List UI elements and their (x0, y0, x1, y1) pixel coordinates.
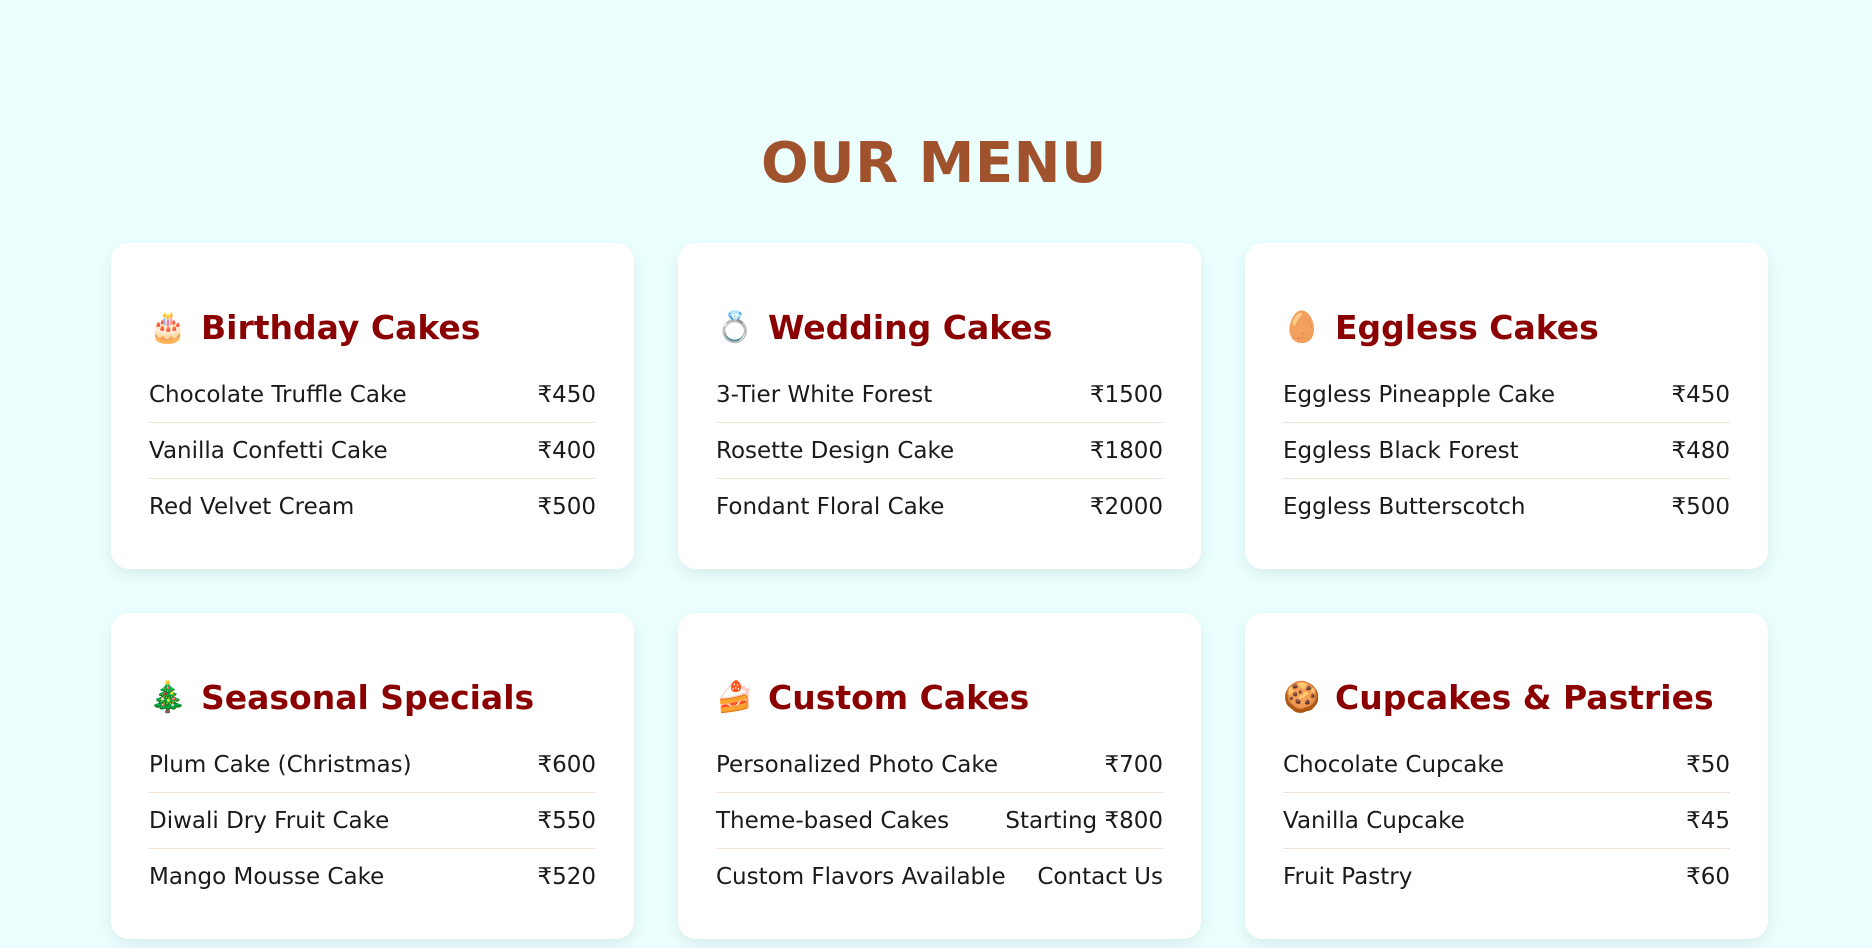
item-name: Diwali Dry Fruit Cake (149, 807, 390, 834)
card-title: Wedding Cakes (768, 308, 1053, 347)
menu-card-seasonal-specials: 🎄 Seasonal Specials Plum Cake (Christmas… (111, 613, 634, 939)
menu-item: Theme-based Cakes Starting ₹800 (716, 793, 1163, 849)
menu-item: Red Velvet Cream ₹500 (149, 479, 596, 535)
card-header: 💍 Wedding Cakes (716, 303, 1163, 353)
item-name: Mango Mousse Cake (149, 864, 385, 890)
card-title: Seasonal Specials (201, 678, 535, 717)
card-header: 🍰 Custom Cakes (716, 673, 1163, 723)
item-name: Plum Cake (Christmas) (149, 751, 412, 778)
cake-slice-icon: 🍰 (716, 680, 754, 715)
card-header: 🎄 Seasonal Specials (149, 673, 596, 723)
ring-icon: 💍 (716, 310, 754, 345)
item-name: Theme-based Cakes (716, 807, 950, 834)
item-price: ₹60 (1686, 864, 1730, 890)
card-header: 🥚 Eggless Cakes (1283, 303, 1730, 353)
card-title: Cupcakes & Pastries (1335, 678, 1714, 717)
item-price: ₹450 (537, 381, 596, 408)
item-name: Personalized Photo Cake (716, 751, 999, 778)
item-price: ₹400 (537, 437, 596, 464)
item-price: ₹550 (537, 807, 596, 834)
menu-item: Plum Cake (Christmas) ₹600 (149, 737, 596, 793)
card-header: 🍪 Cupcakes & Pastries (1283, 673, 1730, 723)
menu-page: OUR MENU 🎂 Birthday Cakes Chocolate Truf… (5, 0, 1863, 948)
menu-item: Chocolate Truffle Cake ₹450 (149, 367, 596, 423)
item-name: Eggless Butterscotch (1283, 494, 1526, 520)
card-title: Eggless Cakes (1335, 308, 1599, 347)
item-name: Fruit Pastry (1283, 864, 1413, 890)
menu-card-wedding-cakes: 💍 Wedding Cakes 3-Tier White Forest ₹150… (678, 243, 1201, 569)
menu-item: Fruit Pastry ₹60 (1283, 849, 1730, 905)
menu-item: Eggless Black Forest ₹480 (1283, 423, 1730, 479)
item-price: ₹500 (537, 494, 596, 520)
item-price: ₹2000 (1089, 494, 1163, 520)
item-price: ₹50 (1686, 751, 1730, 778)
card-header: 🎂 Birthday Cakes (149, 303, 596, 353)
item-name: Red Velvet Cream (149, 494, 355, 520)
item-price: ₹700 (1104, 751, 1163, 778)
item-name: Eggless Black Forest (1283, 437, 1519, 464)
menu-card-birthday-cakes: 🎂 Birthday Cakes Chocolate Truffle Cake … (111, 243, 634, 569)
item-name: Chocolate Truffle Cake (149, 381, 407, 408)
item-price: ₹480 (1671, 437, 1730, 464)
item-price: ₹520 (537, 864, 596, 890)
menu-item: Diwali Dry Fruit Cake ₹550 (149, 793, 596, 849)
menu-card-custom-cakes: 🍰 Custom Cakes Personalized Photo Cake ₹… (678, 613, 1201, 939)
item-price: Starting ₹800 (1005, 807, 1163, 834)
item-price: ₹600 (537, 751, 596, 778)
menu-item: Chocolate Cupcake ₹50 (1283, 737, 1730, 793)
birthday-cake-icon: 🎂 (149, 310, 187, 345)
menu-item: Personalized Photo Cake ₹700 (716, 737, 1163, 793)
page-title: OUR MENU (760, 131, 1107, 196)
egg-icon: 🥚 (1283, 310, 1321, 345)
item-name: Vanilla Confetti Cake (149, 437, 388, 464)
menu-card-eggless-cakes: 🥚 Eggless Cakes Eggless Pineapple Cake ₹… (1245, 243, 1768, 569)
menu-item: Fondant Floral Cake ₹2000 (716, 479, 1163, 535)
menu-item: 3-Tier White Forest ₹1500 (716, 367, 1163, 423)
item-price: ₹45 (1686, 807, 1730, 834)
item-price: ₹500 (1671, 494, 1730, 520)
item-price: ₹1800 (1089, 437, 1163, 464)
menu-item: Vanilla Confetti Cake ₹400 (149, 423, 596, 479)
item-price: ₹450 (1671, 381, 1730, 408)
menu-item: Custom Flavors Available Contact Us (716, 849, 1163, 905)
item-name: Custom Flavors Available (716, 864, 1006, 890)
christmas-tree-icon: 🎄 (149, 680, 187, 715)
contact-us-link[interactable]: Contact Us (1037, 864, 1163, 890)
item-name: Rosette Design Cake (716, 437, 955, 464)
item-name: Fondant Floral Cake (716, 494, 945, 520)
cookie-icon: 🍪 (1283, 680, 1321, 715)
menu-grid: 🎂 Birthday Cakes Chocolate Truffle Cake … (111, 243, 1769, 939)
item-price: ₹1500 (1089, 381, 1163, 408)
menu-item: Eggless Butterscotch ₹500 (1283, 479, 1730, 535)
menu-item: Rosette Design Cake ₹1800 (716, 423, 1163, 479)
card-title: Birthday Cakes (201, 308, 481, 347)
item-name: 3-Tier White Forest (716, 381, 933, 408)
menu-item: Mango Mousse Cake ₹520 (149, 849, 596, 905)
menu-card-cupcakes-pastries: 🍪 Cupcakes & Pastries Chocolate Cupcake … (1245, 613, 1768, 939)
item-name: Chocolate Cupcake (1283, 751, 1505, 778)
card-title: Custom Cakes (768, 678, 1030, 717)
item-name: Eggless Pineapple Cake (1283, 381, 1555, 408)
menu-item: Vanilla Cupcake ₹45 (1283, 793, 1730, 849)
item-name: Vanilla Cupcake (1283, 807, 1465, 834)
menu-item: Eggless Pineapple Cake ₹450 (1283, 367, 1730, 423)
